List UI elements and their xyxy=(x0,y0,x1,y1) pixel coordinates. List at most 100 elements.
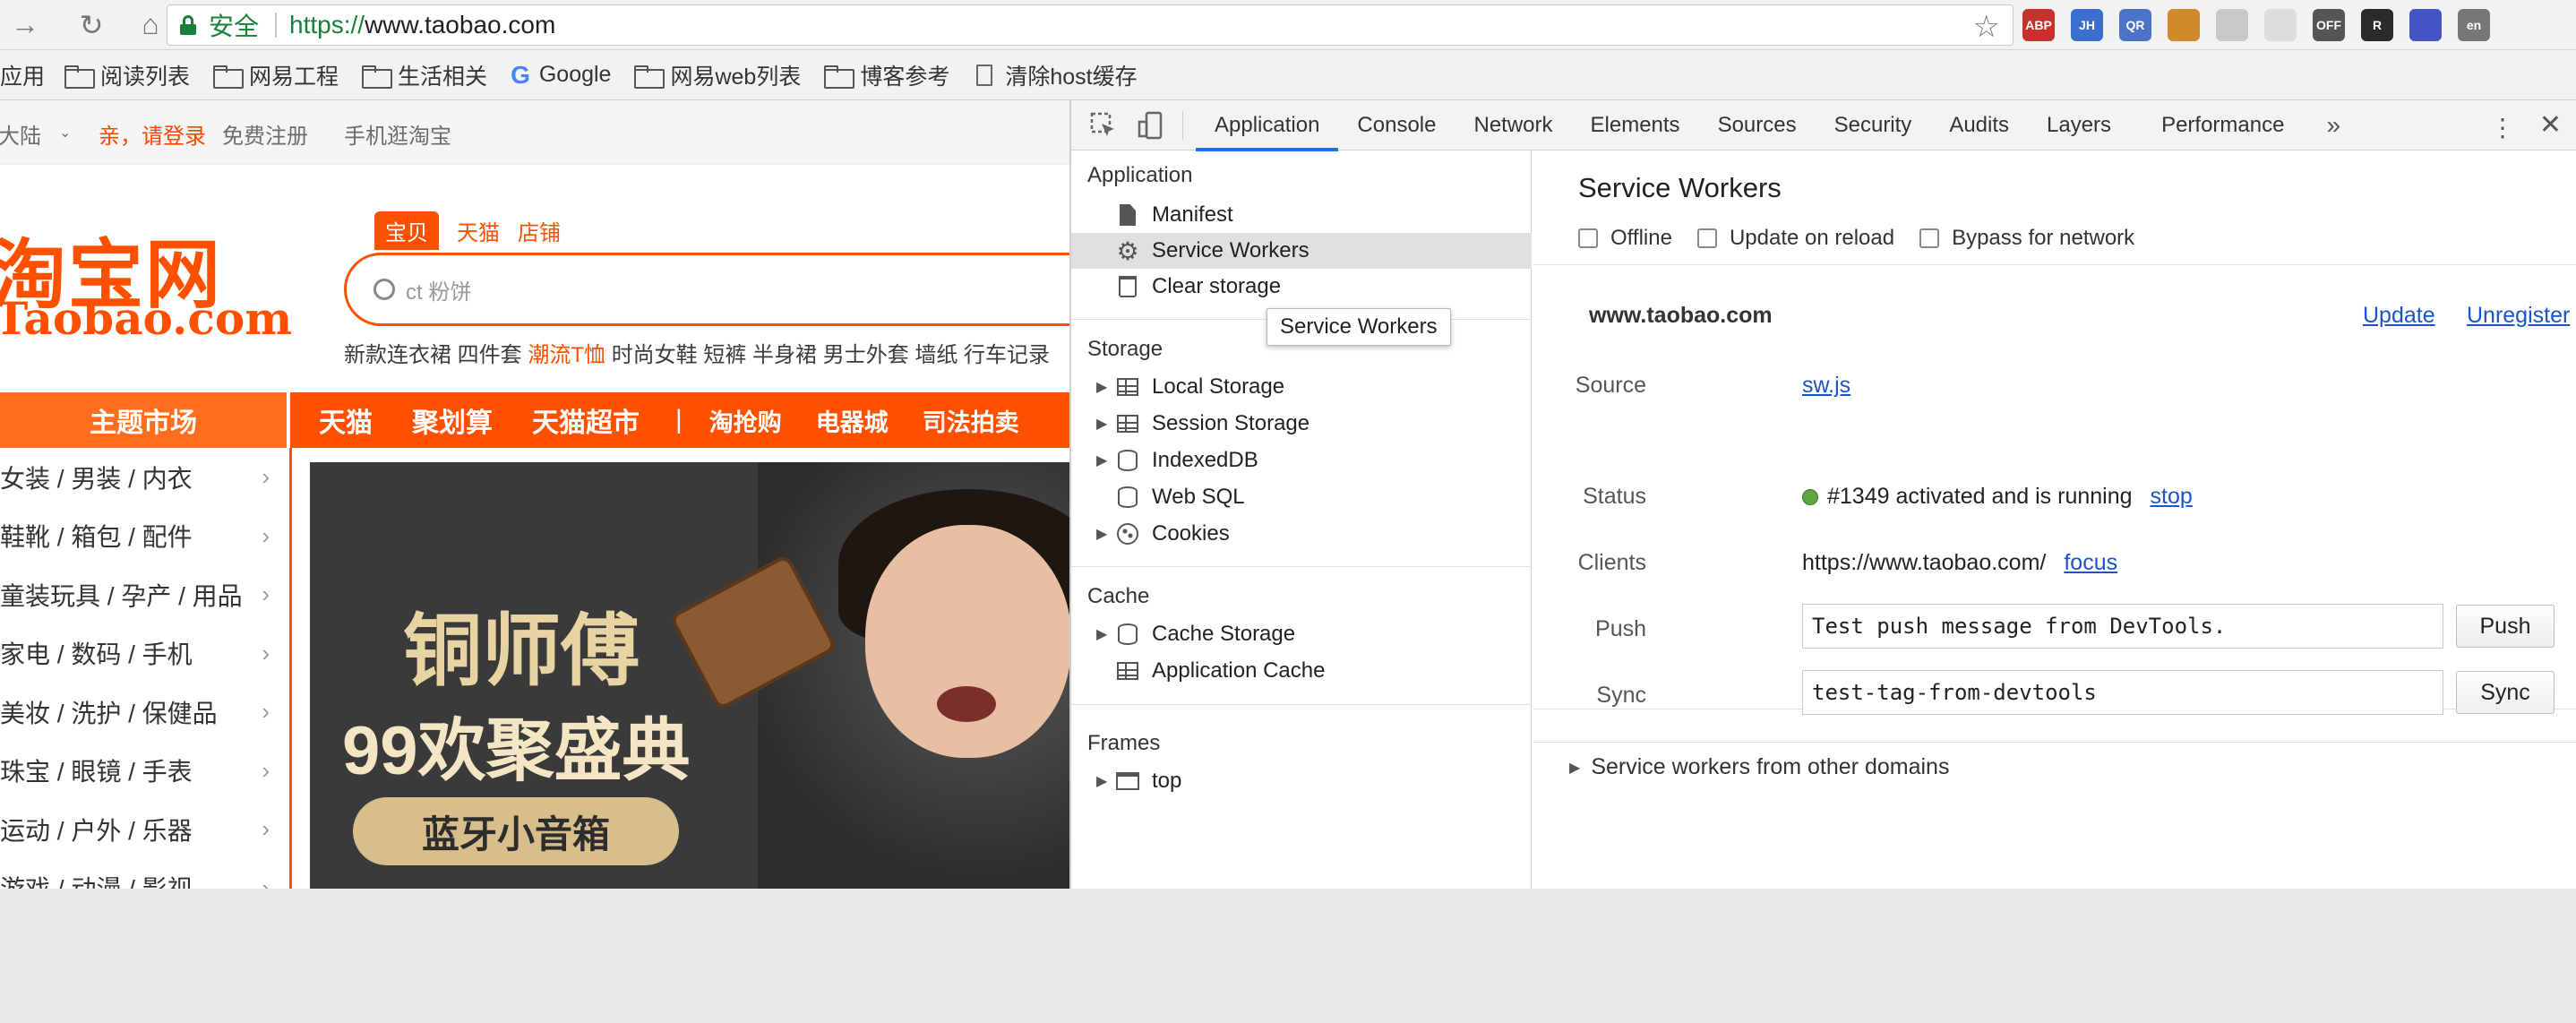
expand-triangle-icon[interactable]: ▶ xyxy=(1096,451,1112,469)
tab-audits[interactable]: Audits xyxy=(1930,100,2028,150)
category-item[interactable]: 珠宝 / 眼镜 / 手表 › xyxy=(0,742,289,801)
tab-application[interactable]: Application xyxy=(1196,100,1339,151)
other-domains-section[interactable]: ▶ Service workers from other domains xyxy=(1533,742,2576,792)
taobao-logo-en[interactable]: Taobao.com xyxy=(0,292,292,345)
extension-icon[interactable]: JH xyxy=(2071,9,2103,41)
tab-network[interactable]: Network xyxy=(1455,100,1571,150)
checkbox-box[interactable] xyxy=(1919,228,1940,248)
unregister-link[interactable]: Unregister xyxy=(2467,303,2570,329)
hot-word[interactable]: 四件套 xyxy=(458,343,522,367)
sync-button[interactable]: Sync xyxy=(2456,671,2555,714)
hot-word[interactable]: 潮流T恤 xyxy=(528,343,605,367)
nav-item[interactable]: 天猫 xyxy=(319,400,373,440)
category-item[interactable]: 女装 / 男装 / 内衣 › xyxy=(0,448,289,507)
expand-triangle-icon[interactable]: ▶ xyxy=(1096,415,1112,433)
extension-icon[interactable] xyxy=(2264,9,2297,41)
bookmark-star-icon[interactable]: ☆ xyxy=(1973,9,2000,45)
sidebar-item-application-cache[interactable]: Application Cache xyxy=(1071,653,1532,689)
focus-link[interactable]: focus xyxy=(2064,550,2117,576)
sidebar-item-service-workers[interactable]: ⚙ Service Workers xyxy=(1071,233,1532,269)
home-icon[interactable]: ⌂ xyxy=(133,7,168,43)
tab-console[interactable]: Console xyxy=(1338,100,1455,150)
sidebar-item-indexeddb[interactable]: ▶ IndexedDB xyxy=(1071,443,1532,478)
bookmark-folder[interactable]: 博客参考 xyxy=(824,59,949,91)
nav-item[interactable]: 淘抢购 xyxy=(709,403,782,438)
tab-shop[interactable]: 店铺 xyxy=(518,211,561,250)
extension-icon[interactable]: OFF xyxy=(2313,9,2345,41)
category-item[interactable]: 鞋靴 / 箱包 / 配件 › xyxy=(0,507,289,566)
banner-cta[interactable]: 蓝牙小音箱 xyxy=(353,797,679,865)
extension-icon[interactable]: R xyxy=(2361,9,2393,41)
hot-word[interactable]: 新款连衣裙 xyxy=(344,343,451,367)
bookmark-folder[interactable]: 网易web列表 xyxy=(634,59,801,91)
device-toolbar-icon[interactable] xyxy=(1136,111,1164,140)
expand-triangle-icon[interactable]: ▶ xyxy=(1096,525,1112,543)
sidebar-item-local-storage[interactable]: ▶ Local Storage xyxy=(1071,369,1532,405)
sidebar-item-session-storage[interactable]: ▶ Session Storage xyxy=(1071,406,1532,442)
tab-elements[interactable]: Elements xyxy=(1572,100,1699,150)
bookmark-page[interactable]: 清除host缓存 xyxy=(976,59,1138,91)
hot-word[interactable]: 时尚女鞋 xyxy=(612,343,698,367)
stop-link[interactable]: stop xyxy=(2151,484,2193,510)
push-input[interactable]: Test push message from DevTools. xyxy=(1802,604,2443,649)
category-item[interactable]: 游戏 / 动漫 / 影视 › xyxy=(0,859,289,889)
kebab-menu-icon[interactable]: ⋮ xyxy=(2490,113,2515,142)
url-bar[interactable]: 安全 https://www.taobao.com ☆ xyxy=(167,4,2014,46)
mobile-link[interactable]: 手机逛淘宝 xyxy=(344,118,451,150)
hot-word[interactable]: 短裤 xyxy=(703,343,746,367)
extension-icon[interactable] xyxy=(2216,9,2248,41)
bookmark-google[interactable]: G Google xyxy=(511,61,611,90)
source-link[interactable]: sw.js xyxy=(1802,373,1850,399)
extension-icon[interactable]: en xyxy=(2458,9,2490,41)
sidebar-item-frame-top[interactable]: ▶ top xyxy=(1071,763,1532,799)
forward-icon[interactable]: → xyxy=(7,7,43,43)
nav-item[interactable]: 电器城 xyxy=(816,403,889,438)
sidebar-item-web-sql[interactable]: Web SQL xyxy=(1071,479,1532,515)
category-item[interactable]: 美妆 / 洗护 / 保健品 › xyxy=(0,683,289,742)
expand-triangle-icon[interactable]: ▶ xyxy=(1096,625,1112,643)
sidebar-item-cookies[interactable]: ▶ Cookies xyxy=(1071,516,1532,552)
bookmark-folder[interactable]: 生活相关 xyxy=(362,59,487,91)
tab-performance[interactable]: Performance xyxy=(2142,100,2303,150)
nav-theme-market[interactable]: 主题市场 xyxy=(0,392,290,448)
close-icon[interactable]: ✕ xyxy=(2539,109,2562,141)
login-link[interactable]: 亲，请登录 xyxy=(99,118,206,150)
nav-item[interactable]: 司法拍卖 xyxy=(923,403,1019,438)
reload-icon[interactable]: ↻ xyxy=(73,7,109,43)
tab-baobei[interactable]: 宝贝 xyxy=(374,211,439,250)
sidebar-item-manifest[interactable]: Manifest xyxy=(1071,197,1532,233)
update-on-reload-checkbox[interactable]: Update on reload xyxy=(1696,226,1894,251)
sidebar-item-clear-storage[interactable]: Clear storage xyxy=(1071,269,1532,305)
taobao-search-input[interactable]: ct 粉饼 xyxy=(344,253,1069,326)
extension-icon[interactable]: QR xyxy=(2119,9,2151,41)
sync-input[interactable]: test-tag-from-devtools xyxy=(1802,670,2443,715)
promo-banner[interactable]: 铜师傅 99欢聚盛典 蓝牙小音箱 xyxy=(310,462,1069,889)
tab-sources[interactable]: Sources xyxy=(1699,100,1816,150)
category-item[interactable]: 童装玩具 / 孕产 / 用品 › xyxy=(0,565,289,624)
tab-security[interactable]: Security xyxy=(1816,100,1931,150)
bookmark-folder[interactable]: 阅读列表 xyxy=(64,59,190,91)
offline-checkbox[interactable]: Offline xyxy=(1578,226,1672,251)
category-item[interactable]: 运动 / 户外 / 乐器 › xyxy=(0,800,289,859)
expand-triangle-icon[interactable]: ▶ xyxy=(1096,772,1112,790)
update-link[interactable]: Update xyxy=(2363,303,2435,329)
checkbox-box[interactable] xyxy=(1578,228,1598,248)
push-button[interactable]: Push xyxy=(2456,605,2555,648)
checkbox-box[interactable] xyxy=(1696,228,1717,248)
extension-icon[interactable] xyxy=(2168,9,2200,41)
bypass-for-network-checkbox[interactable]: Bypass for network xyxy=(1919,226,2134,251)
extension-icon[interactable]: ABP xyxy=(2022,9,2055,41)
bookmark-apps[interactable]: 应用 xyxy=(0,59,45,91)
register-link[interactable]: 免费注册 xyxy=(222,118,308,150)
sidebar-item-cache-storage[interactable]: ▶ Cache Storage xyxy=(1071,616,1532,652)
hot-word[interactable]: 男士外套 xyxy=(823,343,909,367)
more-tabs-button[interactable]: » xyxy=(2326,111,2340,140)
tab-layers[interactable]: Layers xyxy=(2028,100,2130,150)
expand-triangle-icon[interactable]: ▶ xyxy=(1569,759,1580,777)
nav-item[interactable]: 聚划算 xyxy=(412,400,493,440)
hot-word[interactable]: 半身裙 xyxy=(752,343,817,367)
region-selector[interactable]: 大陆 xyxy=(0,118,41,150)
hot-word[interactable]: 行车记录 xyxy=(964,343,1050,367)
expand-triangle-icon[interactable]: ▶ xyxy=(1096,378,1112,396)
extension-icon[interactable] xyxy=(2409,9,2442,41)
